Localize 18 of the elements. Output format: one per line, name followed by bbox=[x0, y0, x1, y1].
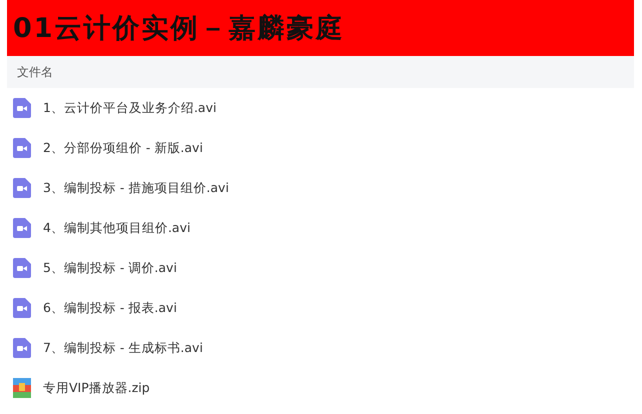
file-name[interactable]: 6、编制投标 - 报表.avi bbox=[43, 300, 177, 316]
file-name[interactable]: 专用VIP播放器.zip bbox=[43, 380, 150, 396]
file-name[interactable]: 5、编制投标 - 调价.avi bbox=[43, 260, 177, 276]
file-name[interactable]: 3、编制投标 - 措施项目组价.avi bbox=[43, 180, 229, 196]
video-file-icon bbox=[13, 298, 31, 318]
video-file-icon bbox=[13, 258, 31, 278]
page-title: 01云计价实例－嘉麟豪庭 bbox=[7, 0, 634, 56]
file-name[interactable]: 4、编制其他项目组价.avi bbox=[43, 220, 190, 236]
column-header: 文件名 bbox=[7, 56, 634, 88]
video-file-icon bbox=[13, 218, 31, 238]
file-name[interactable]: 1、云计价平台及业务介绍.avi bbox=[43, 100, 216, 116]
file-name[interactable]: 2、分部份项组价 - 新版.avi bbox=[43, 140, 203, 156]
video-file-icon bbox=[13, 178, 31, 198]
video-file-icon bbox=[13, 98, 31, 118]
archive-file-icon bbox=[13, 378, 31, 398]
file-name[interactable]: 7、编制投标 - 生成标书.avi bbox=[43, 340, 203, 356]
video-file-icon bbox=[13, 138, 31, 158]
video-file-icon bbox=[13, 338, 31, 358]
